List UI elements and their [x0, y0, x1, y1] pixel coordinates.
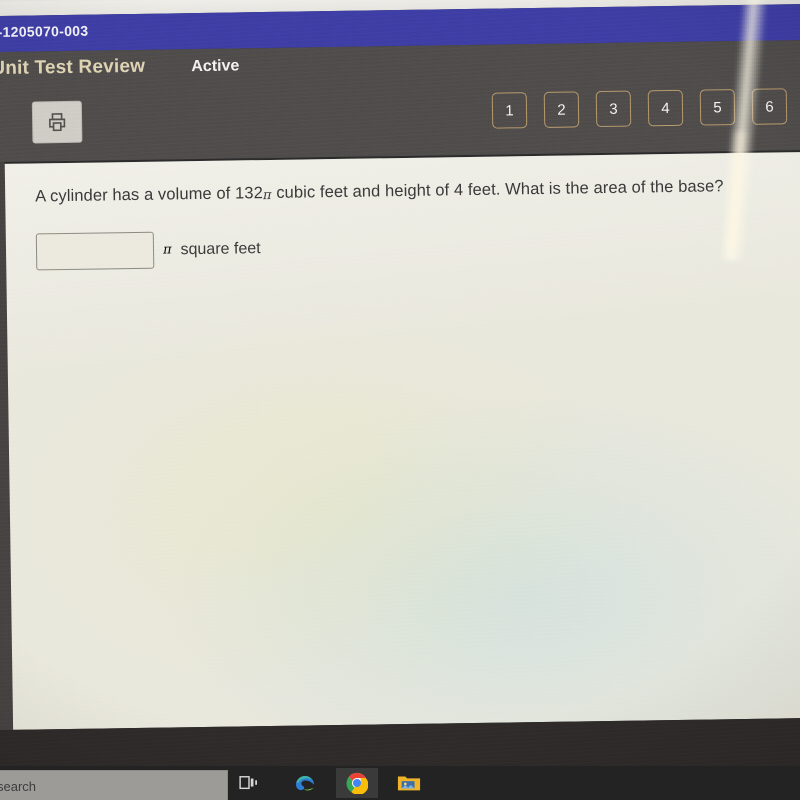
url-text: genuity.com/Player/: [0, 0, 133, 1]
print-button[interactable]: [31, 100, 83, 144]
answer-input[interactable]: [35, 231, 155, 271]
chrome-icon[interactable]: [336, 768, 378, 798]
photo-of-monitor: genuity.com/Player/ L-1205070-003 Unit T…: [0, 0, 800, 800]
printer-icon: [46, 112, 68, 132]
taskbar-search-text: search: [0, 778, 37, 794]
answer-pi-symbol: π: [162, 242, 172, 258]
question-button-2[interactable]: 2: [543, 91, 580, 128]
edge-icon[interactable]: [284, 768, 326, 798]
monitor-screen: genuity.com/Player/ L-1205070-003 Unit T…: [0, 0, 800, 793]
question-button-3[interactable]: 3: [595, 90, 632, 128]
taskbar-search-box[interactable]: search: [0, 770, 228, 800]
task-view-icon[interactable]: [228, 768, 270, 798]
windows-taskbar: search: [0, 766, 800, 800]
question-text-after: cubic feet and height of 4 feet. What is…: [271, 177, 724, 202]
question-button-1[interactable]: 1: [491, 92, 528, 129]
status-badge: Active: [191, 57, 240, 76]
answer-unit-label: square feet: [180, 239, 261, 258]
answer-row: π square feet: [35, 230, 261, 271]
course-code: L-1205070-003: [0, 22, 89, 41]
question-pager: 1 2 3 4 5 6: [491, 88, 788, 129]
question-button-6[interactable]: 6: [751, 88, 788, 125]
file-explorer-icon[interactable]: [388, 768, 430, 798]
question-button-4[interactable]: 4: [647, 89, 684, 127]
question-text-before: A cylinder has a volume of 132: [35, 184, 264, 206]
question-panel: A cylinder has a volume of 132 π cubic fe…: [4, 151, 800, 730]
assignment-title: Unit Test Review: [0, 55, 146, 80]
question-text: A cylinder has a volume of 132π cubic fe…: [35, 174, 795, 208]
question-button-5[interactable]: 5: [699, 89, 736, 126]
